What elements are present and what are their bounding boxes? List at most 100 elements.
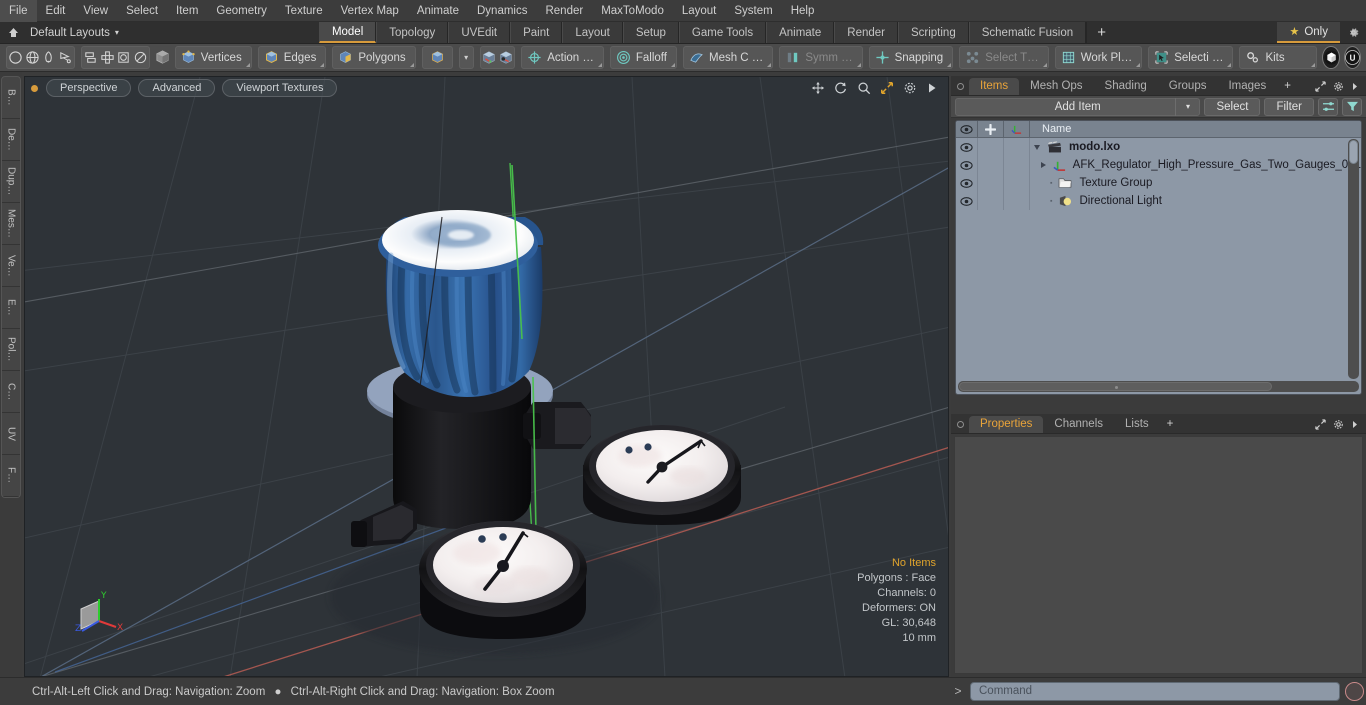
chevron-right-icon[interactable] bbox=[1351, 420, 1359, 429]
axis-cell[interactable] bbox=[1004, 156, 1030, 174]
select-button[interactable]: Select bbox=[1204, 97, 1261, 116]
menu-item-file[interactable]: File bbox=[0, 0, 37, 22]
left-tool-tab-1[interactable]: De… bbox=[2, 119, 20, 161]
unreal-icon[interactable] bbox=[1343, 46, 1362, 69]
command-input[interactable]: Command bbox=[970, 681, 1340, 701]
layout-tab-paint[interactable]: Paint bbox=[510, 22, 563, 43]
axis-gizmo[interactable]: Y X Z bbox=[69, 587, 129, 642]
table-row[interactable]: ▪ Texture Group bbox=[956, 174, 1361, 192]
table-row[interactable]: modo.lxo bbox=[956, 138, 1361, 156]
left-tool-tab-0[interactable]: B… bbox=[2, 77, 20, 119]
default-layouts-dropdown[interactable]: Default Layouts ▾ bbox=[26, 22, 129, 43]
axis-cell[interactable] bbox=[1004, 174, 1030, 192]
layout-tab-model[interactable]: Model bbox=[318, 22, 377, 43]
table-row[interactable]: ▪ Directional Light bbox=[956, 192, 1361, 210]
modo-ball-icon[interactable] bbox=[1322, 46, 1340, 69]
menu-item-render[interactable]: Render bbox=[536, 0, 592, 22]
record-icon[interactable] bbox=[1345, 681, 1364, 701]
layout-tab-game-tools[interactable]: Game Tools bbox=[678, 22, 767, 43]
items-tab-images[interactable]: Images bbox=[1217, 78, 1277, 95]
layout-tab-schematic-fusion[interactable]: Schematic Fusion bbox=[968, 22, 1087, 43]
action-center-button[interactable]: Action … bbox=[521, 46, 604, 69]
only-toggle[interactable]: ★ Only bbox=[1277, 22, 1340, 43]
viewport-shading-menu[interactable]: Advanced bbox=[138, 79, 216, 97]
add-items-tab-button[interactable]: + bbox=[1277, 78, 1298, 95]
list-item[interactable]: ▪ Texture Group bbox=[1030, 177, 1361, 189]
selection-set-button[interactable]: Selecti … bbox=[1148, 46, 1234, 69]
circle-icon[interactable] bbox=[7, 47, 24, 68]
item-mode-dropdown[interactable]: ▾ bbox=[458, 46, 474, 69]
menu-item-system[interactable]: System bbox=[725, 0, 781, 22]
mesh-cube-icon[interactable] bbox=[153, 47, 172, 68]
eye-icon[interactable] bbox=[956, 156, 978, 174]
left-tool-tab-6[interactable]: Pol… bbox=[2, 329, 20, 371]
select-through-button[interactable]: Select T… bbox=[959, 46, 1049, 69]
items-tab-items[interactable]: Items bbox=[969, 78, 1020, 95]
viewport-projection-menu[interactable]: Perspective bbox=[46, 79, 132, 97]
properties-tab-lists[interactable]: Lists bbox=[1114, 416, 1160, 433]
lock-cell[interactable] bbox=[978, 156, 1004, 174]
filter-button[interactable]: Filter bbox=[1264, 97, 1314, 116]
viewport-3d[interactable]: Perspective Advanced Viewport Textures N… bbox=[24, 76, 949, 677]
menu-item-dynamics[interactable]: Dynamics bbox=[468, 0, 536, 22]
items-tree[interactable]: Name modo.lxo AFK_Regulator_High_Pressure… bbox=[955, 120, 1362, 395]
menu-item-help[interactable]: Help bbox=[782, 0, 824, 22]
add-item-button[interactable]: Add Item ▾ bbox=[955, 97, 1201, 116]
menu-item-vertex-map[interactable]: Vertex Map bbox=[332, 0, 408, 22]
items-tree-hscrollbar[interactable] bbox=[958, 381, 1359, 392]
rotate-icon[interactable] bbox=[834, 81, 848, 95]
snapping-button[interactable]: Snapping bbox=[868, 46, 954, 69]
lock-cell[interactable] bbox=[978, 192, 1004, 210]
list-item[interactable]: modo.lxo bbox=[1030, 141, 1361, 153]
menu-item-texture[interactable]: Texture bbox=[276, 0, 332, 22]
axis-cell[interactable] bbox=[1004, 192, 1030, 210]
layout-tab-setup[interactable]: Setup bbox=[622, 22, 679, 43]
menu-item-maxtomodo[interactable]: MaxToModo bbox=[592, 0, 673, 22]
layout-tab-layout[interactable]: Layout bbox=[562, 22, 623, 43]
falloff-button[interactable]: Falloff bbox=[609, 46, 677, 69]
menu-item-select[interactable]: Select bbox=[117, 0, 167, 22]
expand-icon[interactable] bbox=[1315, 419, 1326, 430]
left-tool-tab-9[interactable]: F… bbox=[2, 455, 20, 497]
zoom-icon[interactable] bbox=[857, 81, 871, 95]
layout-tab-animate[interactable]: Animate bbox=[766, 22, 835, 43]
menu-item-animate[interactable]: Animate bbox=[408, 0, 468, 22]
gear-icon[interactable] bbox=[1333, 81, 1344, 92]
panel-active-dot-icon[interactable] bbox=[957, 421, 964, 428]
lock-cell[interactable] bbox=[978, 174, 1004, 192]
layout-tab-topology[interactable]: Topology bbox=[376, 22, 449, 43]
align-icon[interactable] bbox=[99, 47, 116, 68]
play-icon[interactable] bbox=[926, 82, 938, 94]
axis-cell[interactable] bbox=[1004, 138, 1030, 156]
menu-item-edit[interactable]: Edit bbox=[37, 0, 75, 22]
viewport-textures-menu[interactable]: Viewport Textures bbox=[222, 79, 338, 97]
selection-mode-vertices[interactable]: Vertices bbox=[174, 46, 252, 69]
chevron-right-icon[interactable] bbox=[1040, 162, 1046, 168]
menu-item-item[interactable]: Item bbox=[167, 0, 207, 22]
mesh-constraint-button[interactable]: Mesh C … bbox=[682, 46, 774, 69]
home-icon[interactable] bbox=[0, 22, 26, 43]
items-tab-shading[interactable]: Shading bbox=[1094, 78, 1158, 95]
list-options-icon[interactable] bbox=[1318, 97, 1338, 116]
add-properties-tab-button[interactable]: + bbox=[1160, 416, 1181, 433]
square-circle-icon[interactable] bbox=[115, 47, 132, 68]
menu-item-geometry[interactable]: Geometry bbox=[207, 0, 276, 22]
expand-icon[interactable] bbox=[1315, 81, 1326, 92]
paint-cube-icon[interactable] bbox=[481, 47, 498, 68]
pen-icon[interactable] bbox=[40, 47, 57, 68]
items-tab-mesh-ops[interactable]: Mesh Ops bbox=[1019, 78, 1093, 95]
list-item[interactable]: AFK_Regulator_High_Pressure_Gas_Two_Gaug… bbox=[1030, 159, 1361, 172]
lock-cell[interactable] bbox=[978, 138, 1004, 156]
active-dot-icon[interactable] bbox=[31, 84, 38, 92]
left-tool-tab-2[interactable]: Dup… bbox=[2, 161, 20, 203]
menu-item-layout[interactable]: Layout bbox=[673, 0, 726, 22]
funnel-icon[interactable] bbox=[1342, 97, 1362, 116]
left-tool-tab-5[interactable]: E… bbox=[2, 287, 20, 329]
chevron-right-icon[interactable] bbox=[1351, 82, 1359, 91]
paint-cube-alt-icon[interactable] bbox=[497, 47, 514, 68]
left-tool-tab-3[interactable]: Mes… bbox=[2, 203, 20, 245]
work-plane-button[interactable]: Work Pl… bbox=[1054, 46, 1143, 69]
selection-mode-edges[interactable]: Edges bbox=[257, 46, 327, 69]
list-item[interactable]: ▪ Directional Light bbox=[1030, 195, 1361, 208]
add-layout-tab-button[interactable]: + bbox=[1086, 22, 1116, 43]
